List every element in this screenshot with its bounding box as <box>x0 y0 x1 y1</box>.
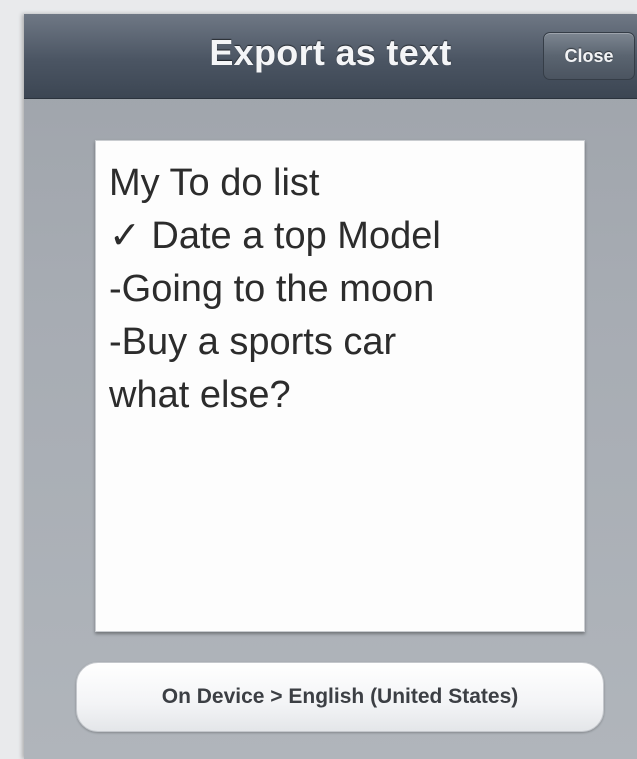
export-dialog: Export as text Close My To do list ✓ Dat… <box>24 14 637 759</box>
note-line-item: -Going to the moon <box>109 268 435 310</box>
note-line-item: ✓ Date a top Model <box>109 215 441 257</box>
note-line-title: My To do list <box>109 162 320 204</box>
close-button[interactable]: Close <box>543 32 635 80</box>
note-line-item: what else? <box>109 374 291 416</box>
note-line-item: -Buy a sports car <box>109 321 397 363</box>
title-bar: Export as text Close <box>24 14 637 99</box>
page: Export as text Close My To do list ✓ Dat… <box>0 0 637 759</box>
export-text-area[interactable]: My To do list ✓ Date a top Model -Going … <box>95 140 585 632</box>
language-selector-button[interactable]: On Device > English (United States) <box>76 662 604 732</box>
note-text: My To do list ✓ Date a top Model -Going … <box>109 157 579 422</box>
